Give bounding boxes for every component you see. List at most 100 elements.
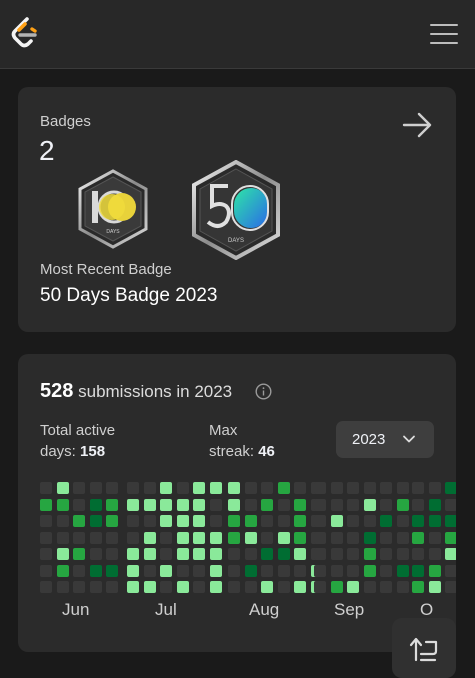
heatmap-cell[interactable]: [106, 564, 118, 577]
heatmap-cell[interactable]: [244, 498, 257, 511]
heatmap-cell[interactable]: [160, 581, 172, 593]
heatmap-cell[interactable]: [193, 482, 205, 494]
heatmap-cell[interactable]: [228, 581, 240, 593]
heatmap-cell[interactable]: [143, 581, 156, 593]
heatmap-cell[interactable]: [428, 548, 441, 560]
heatmap-cell[interactable]: [244, 581, 257, 593]
heatmap-cell[interactable]: [228, 498, 240, 511]
heatmap-cell[interactable]: [445, 498, 456, 511]
heatmap-cell[interactable]: [73, 498, 85, 511]
heatmap-cell[interactable]: [314, 548, 326, 560]
heatmap-cell[interactable]: [73, 581, 85, 593]
heatmap-cell[interactable]: [412, 548, 424, 560]
heatmap-cell[interactable]: [396, 564, 409, 577]
heatmap-cell[interactable]: [314, 515, 326, 527]
heatmap-cell[interactable]: [160, 482, 172, 494]
heatmap-cell[interactable]: [428, 498, 441, 511]
heatmap-cell[interactable]: [347, 498, 359, 511]
heatmap-cell[interactable]: [209, 564, 222, 577]
heatmap-cell[interactable]: [244, 531, 257, 544]
arrow-right-icon[interactable]: [401, 109, 433, 141]
heatmap-cell[interactable]: [314, 581, 326, 593]
heatmap-cell[interactable]: [106, 581, 118, 593]
heatmap-cell[interactable]: [89, 564, 102, 577]
heatmap-cell[interactable]: [314, 531, 326, 544]
heatmap-cell[interactable]: [380, 482, 392, 494]
heatmap-cell[interactable]: [396, 515, 409, 527]
heatmap-cell[interactable]: [277, 515, 290, 527]
heatmap-cell[interactable]: [176, 515, 189, 527]
heatmap-cell[interactable]: [106, 498, 118, 511]
heatmap-cell[interactable]: [396, 531, 409, 544]
heatmap-cell[interactable]: [412, 482, 424, 494]
heatmap-cell[interactable]: [314, 564, 326, 577]
heatmap-cell[interactable]: [363, 515, 376, 527]
heatmap-cell[interactable]: [261, 531, 273, 544]
heatmap-cell[interactable]: [277, 564, 290, 577]
heatmap-cell[interactable]: [428, 564, 441, 577]
heatmap-cell[interactable]: [347, 482, 359, 494]
heatmap-cell[interactable]: [89, 581, 102, 593]
heatmap-cell[interactable]: [160, 498, 172, 511]
heatmap-cell[interactable]: [40, 498, 52, 511]
heatmap-cell[interactable]: [73, 531, 85, 544]
most-recent-badge-name[interactable]: 50 Days Badge 2023: [40, 285, 217, 307]
heatmap-cell[interactable]: [127, 482, 139, 494]
heatmap-cell[interactable]: [412, 581, 424, 593]
heatmap-cell[interactable]: [428, 482, 441, 494]
heatmap-cell[interactable]: [363, 531, 376, 544]
heatmap-cell[interactable]: [428, 581, 441, 593]
heatmap-cell[interactable]: [89, 531, 102, 544]
heatmap-cell[interactable]: [277, 531, 290, 544]
heatmap-cell[interactable]: [380, 581, 392, 593]
heatmap-cell[interactable]: [143, 498, 156, 511]
heatmap-cell[interactable]: [127, 531, 139, 544]
heatmap-cell[interactable]: [89, 482, 102, 494]
heatmap-cell[interactable]: [106, 531, 118, 544]
heatmap-cell[interactable]: [40, 581, 52, 593]
heatmap-cell[interactable]: [445, 581, 456, 593]
heatmap-cell[interactable]: [294, 498, 306, 511]
heatmap-cell[interactable]: [193, 531, 205, 544]
heatmap-cell[interactable]: [143, 531, 156, 544]
heatmap-cell[interactable]: [412, 564, 424, 577]
heatmap-cell[interactable]: [73, 515, 85, 527]
heatmap-cell[interactable]: [176, 548, 189, 560]
heatmap-cell[interactable]: [330, 564, 343, 577]
heatmap-cell[interactable]: [143, 548, 156, 560]
heatmap-cell[interactable]: [261, 581, 273, 593]
heatmap-cell[interactable]: [244, 564, 257, 577]
heatmap-cell[interactable]: [127, 548, 139, 560]
heatmap-cell[interactable]: [40, 482, 52, 494]
heatmap-cell[interactable]: [294, 482, 306, 494]
heatmap-cell[interactable]: [176, 564, 189, 577]
switch-layout-button[interactable]: [392, 618, 456, 678]
heatmap-cell[interactable]: [127, 515, 139, 527]
heatmap-cell[interactable]: [363, 548, 376, 560]
heatmap-cell[interactable]: [294, 515, 306, 527]
heatmap-cell[interactable]: [228, 482, 240, 494]
heatmap-cell[interactable]: [228, 515, 240, 527]
heatmap-cell[interactable]: [176, 581, 189, 593]
badge-50-days-icon[interactable]: DAYS: [190, 160, 282, 260]
leetcode-logo-icon[interactable]: [10, 17, 40, 51]
heatmap-cell[interactable]: [277, 581, 290, 593]
heatmap-cell[interactable]: [106, 548, 118, 560]
heatmap-cell[interactable]: [294, 531, 306, 544]
heatmap-cell[interactable]: [56, 548, 69, 560]
heatmap-cell[interactable]: [244, 482, 257, 494]
heatmap-cell[interactable]: [294, 564, 306, 577]
heatmap-cell[interactable]: [40, 564, 52, 577]
heatmap-cell[interactable]: [228, 531, 240, 544]
heatmap-cell[interactable]: [209, 482, 222, 494]
heatmap-cell[interactable]: [347, 564, 359, 577]
heatmap-cell[interactable]: [347, 515, 359, 527]
heatmap-cell[interactable]: [412, 515, 424, 527]
heatmap-cell[interactable]: [396, 482, 409, 494]
heatmap-cell[interactable]: [261, 482, 273, 494]
heatmap-cell[interactable]: [261, 564, 273, 577]
heatmap-cell[interactable]: [160, 548, 172, 560]
heatmap-cell[interactable]: [244, 548, 257, 560]
heatmap-cell[interactable]: [445, 531, 456, 544]
heatmap-cell[interactable]: [445, 564, 456, 577]
